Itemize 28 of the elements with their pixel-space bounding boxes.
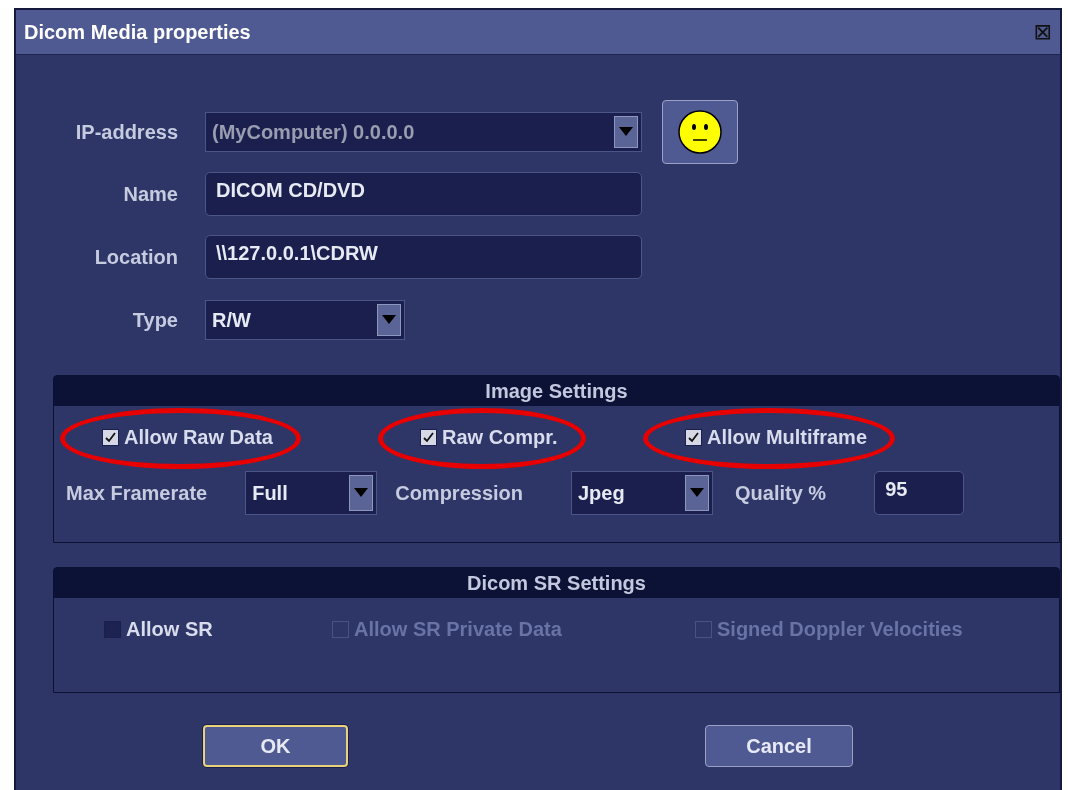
dropdown-field[interactable]: Full [245, 471, 378, 515]
checkbox[interactable] [420, 429, 437, 446]
status-button[interactable] [662, 100, 738, 164]
dialog-button[interactable]: OK [203, 725, 348, 767]
neutral-face-icon [677, 109, 723, 155]
field-label: Quality % [735, 481, 827, 505]
panel-header: Dicom SR Settings [54, 568, 1059, 598]
window-title: Dicom Media properties [24, 20, 251, 44]
field-label: Location [93, 245, 178, 269]
checkbox[interactable] [685, 429, 702, 446]
checkbox-label[interactable]: Allow Multiframe [685, 426, 867, 449]
panel-header: Image Settings [54, 376, 1059, 406]
text-field[interactable]: \\127.0.0.1\CDRW [205, 235, 642, 279]
field-label: Max Framerate [66, 481, 208, 505]
dropdown-field[interactable]: R/W [205, 300, 405, 340]
field-label: Compression [395, 481, 523, 505]
field-label: Name [122, 182, 178, 206]
checkbox[interactable] [104, 621, 121, 638]
checkbox-label[interactable]: Raw Compr. [420, 426, 558, 449]
checkbox[interactable] [102, 429, 119, 446]
dropdown-field[interactable]: Jpeg [571, 471, 713, 515]
field-label: Type [131, 308, 178, 332]
text-field[interactable]: DICOM CD/DVD [205, 172, 642, 216]
checkbox-label[interactable]: Allow SR [104, 618, 213, 641]
field-label: IP-address [74, 120, 178, 144]
checkbox-label[interactable]: Allow Raw Data [102, 426, 273, 449]
dialog-button[interactable]: Cancel [705, 725, 853, 767]
text-field[interactable]: 95 [874, 471, 965, 515]
